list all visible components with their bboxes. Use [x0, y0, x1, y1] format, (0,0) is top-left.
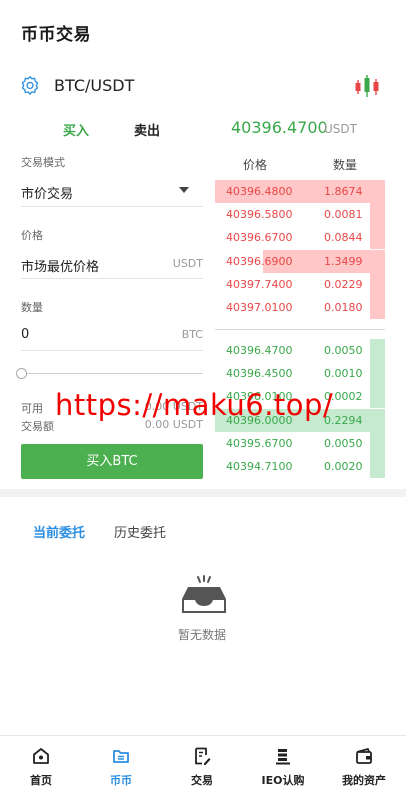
candlestick-icon[interactable]: [354, 74, 380, 98]
ask-row[interactable]: 40396.6900 1.3499: [215, 249, 385, 273]
ask-price[interactable]: 40396.6700: [226, 231, 292, 244]
depth-bar: [370, 455, 385, 478]
nav-label[interactable]: 交易: [162, 772, 242, 788]
bid-qty: 0.0050: [324, 344, 363, 357]
trade-tabs: 买入 卖出 40396.4700 USDT: [0, 116, 406, 142]
purse-icon[interactable]: [354, 746, 374, 766]
tab-sell[interactable]: 卖出: [134, 120, 160, 139]
price-input[interactable]: 市场最优价格: [21, 256, 99, 275]
nav-label[interactable]: 首页: [1, 772, 81, 788]
ask-qty: 0.0229: [324, 277, 363, 291]
amount-unit: BTC: [181, 328, 203, 341]
ask-price[interactable]: 40397.7400: [226, 278, 292, 291]
empty-box-icon: [182, 575, 226, 613]
ask-qty: 0.0180: [324, 301, 363, 314]
bid-row[interactable]: 40396.4700 0.0050: [215, 339, 385, 362]
nav-item-ieo[interactable]: IEO认购: [243, 736, 323, 796]
tab-order-history[interactable]: 历史委托: [114, 522, 166, 541]
document-edit-icon[interactable]: [192, 746, 212, 766]
nav-label[interactable]: 币币: [81, 772, 161, 788]
depth-bar: [370, 362, 385, 386]
wallet-icon[interactable]: [111, 746, 131, 766]
page-header: 币币交易: [0, 0, 406, 60]
bid-qty: 0.0020: [324, 460, 363, 473]
ask-price[interactable]: 40397.0100: [226, 301, 292, 314]
ask-qty: 0.0844: [324, 231, 363, 245]
available-label: 可用: [21, 402, 43, 415]
amount-label: 数量: [21, 301, 43, 314]
divider: [21, 278, 203, 279]
depth-bar: [370, 385, 385, 409]
price-header: 价格: [243, 158, 268, 172]
mode-value[interactable]: 市价交易: [21, 183, 73, 202]
coin-stack-icon[interactable]: [273, 746, 293, 766]
nav-item-trade[interactable]: 交易: [162, 736, 242, 796]
ask-row[interactable]: 40397.0100 0.0180: [215, 296, 385, 319]
chevron-down-icon[interactable]: [179, 187, 189, 193]
gear-icon[interactable]: [20, 75, 40, 95]
bid-price[interactable]: 40396.4700: [226, 344, 292, 357]
pair-name[interactable]: BTC/USDT: [54, 76, 134, 95]
depth-bar: [370, 339, 385, 362]
ask-qty: 1.3499: [324, 254, 363, 268]
bid-row[interactable]: 40396.4500 0.0010: [215, 362, 385, 386]
page-title: 币币交易: [21, 25, 91, 45]
amount-slider-handle[interactable]: [16, 368, 27, 379]
bid-row[interactable]: 40395.6700 0.0050: [215, 431, 385, 455]
last-price: 40396.4700: [231, 118, 328, 137]
ask-row[interactable]: 40397.7400 0.0229: [215, 272, 385, 296]
divider: [21, 350, 203, 351]
amount-input[interactable]: 0: [21, 327, 29, 342]
ask-price[interactable]: 40396.4800: [226, 185, 292, 198]
bid-qty: 0.0010: [324, 367, 363, 381]
price-label: 价格: [21, 229, 43, 242]
bid-price[interactable]: 40394.7100: [226, 460, 292, 473]
orders-tabs: 当前委托 历史委托: [0, 520, 406, 544]
tab-current-orders[interactable]: 当前委托: [33, 522, 85, 541]
watermark-text: https://maku6.top/: [55, 388, 334, 422]
tab-buy[interactable]: 买入: [63, 120, 89, 139]
ask-qty: 0.0081: [324, 208, 363, 222]
bottom-nav: 首页 币币 交易 IEO认购 我的资产: [0, 735, 406, 796]
ask-price[interactable]: 40396.6900: [226, 255, 292, 268]
depth-bar: [370, 226, 385, 250]
ask-row[interactable]: 40396.5800 0.0081: [215, 203, 385, 227]
turnover-label: 交易额: [21, 420, 54, 433]
price-unit: USDT: [172, 257, 203, 270]
divider: [21, 206, 203, 207]
depth-bar: [370, 272, 385, 296]
amount-slider-track[interactable]: [21, 373, 203, 374]
depth-bar: [370, 203, 385, 227]
bid-row[interactable]: 40394.7100 0.0020: [215, 455, 385, 478]
pair-selector[interactable]: BTC/USDT: [0, 68, 406, 104]
ask-row[interactable]: 40396.4800 1.8674: [215, 180, 385, 203]
last-price-unit: USDT: [324, 122, 357, 136]
ask-price[interactable]: 40396.5800: [226, 208, 292, 221]
bid-qty: 0.0050: [324, 436, 363, 450]
nav-item-home[interactable]: 首页: [1, 736, 81, 796]
bid-price[interactable]: 40396.4500: [226, 367, 292, 380]
home-icon[interactable]: [31, 746, 51, 766]
section-separator: [0, 489, 406, 497]
qty-header: 数量: [333, 158, 358, 172]
nav-item-assets[interactable]: 我的资产: [324, 736, 404, 796]
bid-price[interactable]: 40395.6700: [226, 437, 292, 450]
nav-label[interactable]: IEO认购: [243, 772, 323, 788]
empty-state-text: 暂无数据: [178, 628, 227, 642]
mode-label: 交易模式: [21, 156, 65, 169]
buy-btc-button[interactable]: 买入BTC: [21, 444, 203, 479]
ask-qty: 1.8674: [324, 185, 363, 198]
nav-item-spot[interactable]: 币币: [81, 736, 161, 796]
depth-bar: [370, 296, 385, 319]
nav-label[interactable]: 我的资产: [324, 772, 404, 788]
book-divider: [215, 329, 385, 330]
ask-row[interactable]: 40396.6700 0.0844: [215, 226, 385, 250]
depth-bar: [370, 431, 385, 455]
